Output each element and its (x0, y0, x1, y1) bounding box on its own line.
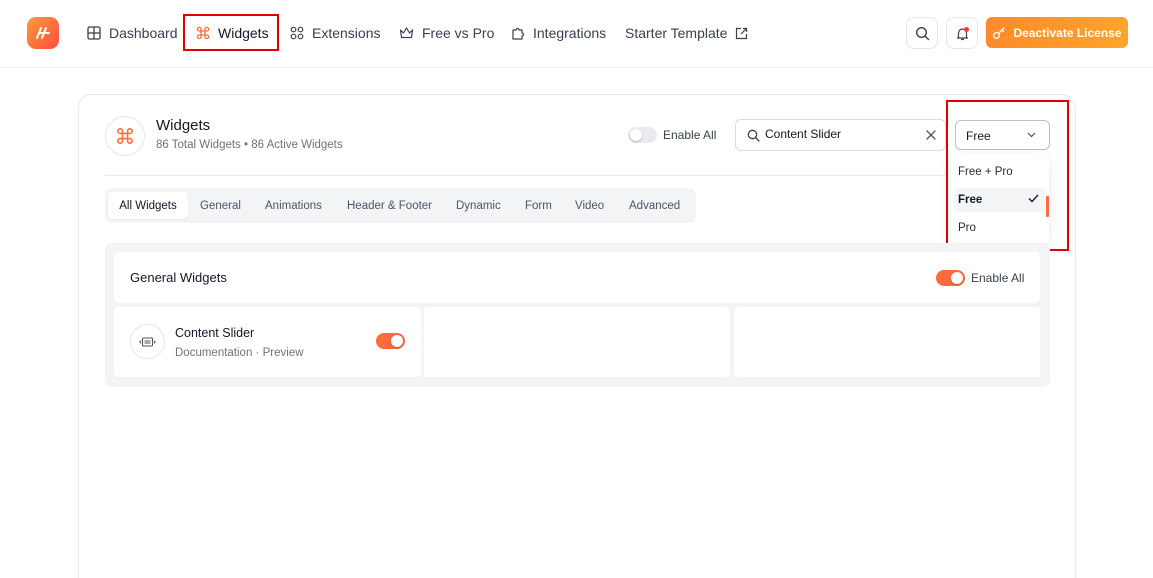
search-button[interactable] (906, 17, 938, 49)
widget-name: Content Slider (175, 326, 255, 340)
empty-widget-card (734, 307, 1040, 377)
tab-video[interactable]: Video (575, 192, 604, 219)
slider-icon (139, 336, 156, 347)
header-divider (105, 175, 946, 176)
puzzle-icon (512, 27, 525, 40)
brand-logo[interactable] (27, 17, 59, 49)
tab-animations[interactable]: Animations (265, 192, 322, 219)
widget-count-summary: 86 Total Widgets • 86 Active Widgets (156, 139, 343, 151)
content-slider-toggle[interactable] (376, 333, 405, 349)
external-link-icon (736, 27, 748, 39)
deactivate-license-button[interactable]: Deactivate License (986, 17, 1128, 48)
nav-integrations[interactable]: Integrations (511, 19, 606, 47)
key-icon (993, 26, 1006, 39)
empty-widget-card (424, 307, 730, 377)
nav-dashboard-label: Dashboard (109, 25, 178, 41)
tab-advanced[interactable]: Advanced (629, 192, 680, 219)
bell-icon (956, 26, 969, 40)
nav-dashboard[interactable]: Dashboard (87, 19, 178, 47)
page-title: Widgets (156, 117, 211, 134)
plan-filter-value: Free (966, 129, 991, 143)
widget-links: Documentation · Preview (175, 347, 304, 359)
logo-mark-icon (36, 27, 50, 39)
top-navigation-bar: Dashboard Widgets Extensions Free vs Pro… (0, 0, 1153, 68)
plan-filter-select[interactable]: Free (955, 120, 1050, 150)
crown-icon (399, 27, 414, 39)
section-header (114, 252, 1040, 303)
command-icon (196, 26, 210, 40)
nav-widgets-label: Widgets (218, 25, 269, 41)
deactivate-license-label: Deactivate License (1013, 25, 1122, 40)
tab-dynamic[interactable]: Dynamic (456, 192, 501, 219)
nav-starter-template[interactable]: Starter Template (625, 19, 748, 47)
plan-filter-dropdown: Free + Pro Free Pro (950, 154, 1049, 244)
nav-starter-template-label: Starter Template (625, 25, 728, 41)
category-tabs: All Widgets General Animations Header & … (105, 188, 696, 223)
link-separator: · (252, 347, 263, 359)
preview-link[interactable]: Preview (263, 347, 304, 359)
chevron-down-icon (1027, 132, 1036, 138)
save-button-edge[interactable] (1046, 196, 1049, 217)
section-enable-all-label: Enable All (971, 271, 1025, 285)
checkmark-icon (1028, 194, 1039, 203)
filter-option-label: Free + Pro (958, 166, 1013, 178)
filter-option-label: Free (958, 194, 983, 206)
filter-option-label: Pro (958, 222, 976, 234)
header-enable-all-label: Enable All (663, 128, 717, 142)
nav-free-vs-pro-label: Free vs Pro (422, 25, 495, 41)
tab-all-widgets[interactable]: All Widgets (108, 192, 188, 219)
extensions-icon (290, 26, 304, 40)
documentation-link[interactable]: Documentation (175, 347, 252, 359)
widget-search-box (735, 119, 946, 151)
nav-free-vs-pro[interactable]: Free vs Pro (399, 19, 494, 47)
search-icon (747, 129, 760, 142)
clear-search-icon[interactable] (925, 129, 937, 141)
nav-extensions[interactable]: Extensions (290, 19, 380, 47)
search-icon (915, 26, 929, 40)
section-title: General Widgets (130, 270, 227, 285)
tab-header-footer[interactable]: Header & Footer (347, 192, 432, 219)
content-slider-icon-wrap (130, 324, 165, 359)
nav-widgets[interactable]: Widgets (196, 19, 269, 47)
nav-extensions-label: Extensions (312, 25, 381, 41)
header-enable-all-toggle[interactable] (628, 127, 657, 143)
notifications-button[interactable] (946, 17, 978, 49)
grid-icon (87, 26, 101, 40)
section-enable-all-toggle[interactable] (936, 270, 965, 286)
filter-option-free[interactable]: Free (954, 188, 1045, 212)
nav-integrations-label: Integrations (533, 25, 607, 41)
filter-option-pro[interactable]: Pro (954, 216, 1045, 240)
tab-form[interactable]: Form (525, 192, 552, 219)
command-icon (117, 128, 133, 144)
widgets-header-icon (105, 116, 145, 156)
widget-search-input[interactable] (765, 127, 915, 141)
tab-general[interactable]: General (200, 192, 241, 219)
filter-option-free-pro[interactable]: Free + Pro (954, 160, 1045, 184)
